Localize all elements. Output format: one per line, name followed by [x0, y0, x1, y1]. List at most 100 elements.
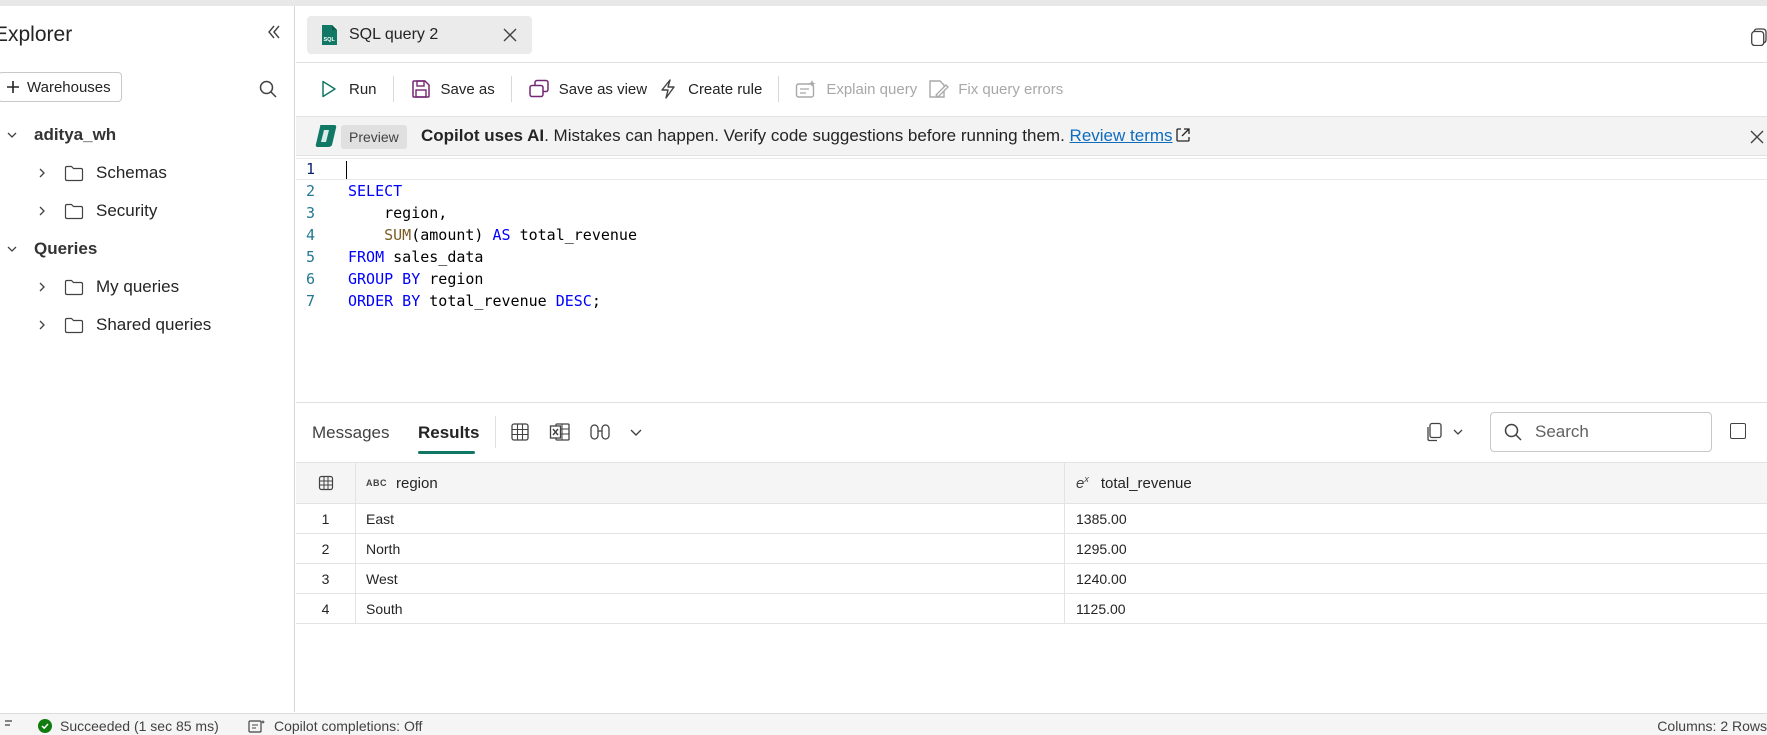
chevron-right-icon [34, 165, 50, 181]
tree-item-security[interactable]: Security [34, 196, 157, 226]
folder-icon [64, 277, 86, 297]
cell-region: North [356, 534, 1065, 563]
panel-toggle-icon [5, 720, 12, 726]
code-line: 7 ORDER BY total_revenue DESC; [296, 290, 1767, 312]
cell-region: East [356, 504, 1065, 533]
chevron-right-icon [34, 203, 50, 219]
line-number: 6 [306, 270, 316, 288]
tab-sql-query-2[interactable]: SQL SQL query 2 [307, 16, 532, 54]
query-status-text: Succeeded (1 sec 85 ms) [60, 718, 219, 734]
text-cursor [346, 161, 347, 179]
add-warehouses-button[interactable]: Warehouses [0, 72, 122, 102]
table-view-icon[interactable] [508, 420, 532, 444]
folder-icon [64, 163, 86, 183]
chevron-down-icon[interactable] [1446, 420, 1470, 444]
collapse-explorer-button[interactable] [262, 20, 286, 44]
sql-file-icon: SQL [322, 25, 337, 45]
line-number: 1 [306, 160, 316, 178]
row-number: 3 [296, 564, 356, 593]
table-row[interactable]: 4 South 1125.00 [296, 594, 1767, 624]
sql-code-editor[interactable]: 1 2 SELECT 3 region, 4 SUM(amount) AS to… [296, 158, 1767, 394]
explain-query-label: Explain query [826, 80, 918, 98]
tab-messages[interactable]: Messages [312, 423, 389, 443]
column-name: total_revenue [1100, 474, 1192, 492]
chevron-right-icon [34, 317, 50, 333]
toolbar-divider [392, 76, 394, 102]
tree-item-schemas[interactable]: Schemas [34, 158, 167, 188]
explorer-search-button[interactable] [256, 77, 280, 101]
numeric-type-icon: ex [1076, 474, 1089, 492]
table-header-row: ABC region ex total_revenue [296, 462, 1767, 504]
row-number: 1 [296, 504, 356, 533]
tree-item-label: aditya_wh [34, 125, 117, 144]
chevron-down-icon[interactable] [624, 420, 648, 444]
play-icon [318, 78, 340, 100]
code-line: 5 FROM sales_data [296, 246, 1767, 268]
copilot-notice-bar: Preview Copilot uses AI. Mistakes can ha… [296, 116, 1767, 156]
tree-item-my-queries[interactable]: My queries [34, 272, 179, 302]
copy-icon[interactable] [1422, 420, 1446, 444]
binoculars-icon[interactable] [588, 420, 612, 444]
view-copy-icon [528, 78, 550, 100]
column-header-region[interactable]: ABC region [356, 463, 1065, 503]
save-icon [410, 78, 432, 100]
code-line: 4 SUM(amount) AS total_revenue [296, 224, 1767, 246]
run-button[interactable]: Run [318, 72, 387, 106]
double-chevron-left-icon [268, 25, 280, 39]
code-line: 6 GROUP BY region [296, 268, 1767, 290]
folder-icon [64, 315, 86, 335]
chevron-down-icon [4, 241, 20, 257]
table-row[interactable]: 1 East 1385.00 [296, 504, 1767, 534]
status-left-icon[interactable] [4, 718, 20, 732]
copilot-message: . Mistakes can happen. Verify code sugge… [544, 126, 1070, 145]
results-search-input[interactable]: Search [1490, 412, 1712, 452]
save-as-view-button[interactable]: Save as view [528, 72, 657, 106]
save-as-button[interactable]: Save as [410, 72, 505, 106]
line-number: 2 [306, 182, 316, 200]
code-text: GROUP BY region [348, 270, 484, 288]
fix-query-errors-label: Fix query errors [958, 80, 1064, 98]
review-terms-link[interactable]: Review terms [1070, 126, 1173, 145]
table-row[interactable]: 3 West 1240.00 [296, 564, 1767, 594]
warehouses-label: Warehouses [27, 78, 111, 96]
results-header: Messages Results Search [296, 402, 1767, 462]
close-icon [1750, 130, 1764, 144]
success-check-icon [38, 719, 52, 733]
results-checkbox[interactable] [1730, 423, 1746, 439]
select-all-cell[interactable] [296, 463, 356, 503]
copilot-completions-status[interactable]: Copilot completions: Off [248, 718, 422, 734]
table-grid-icon [318, 475, 333, 491]
copy-layers-icon[interactable] [1751, 28, 1767, 46]
column-name: region [396, 474, 438, 492]
code-line: 1 [296, 158, 1767, 180]
status-bar: Succeeded (1 sec 85 ms) Copilot completi… [0, 713, 1767, 735]
excel-icon[interactable] [548, 420, 572, 444]
folder-icon [64, 201, 86, 221]
explorer-title: Explorer [0, 23, 73, 46]
preview-badge: Preview [341, 125, 407, 149]
tree-item-shared-queries[interactable]: Shared queries [34, 310, 211, 340]
copilot-notice-text: Copilot uses AI. Mistakes can happen. Ve… [421, 126, 1191, 146]
cell-region: South [356, 594, 1065, 623]
active-tab-indicator [418, 451, 475, 454]
table-row[interactable]: 2 North 1295.00 [296, 534, 1767, 564]
fix-query-errors-button[interactable]: Fix query errors [927, 72, 1073, 106]
tree-item-label: Queries [34, 239, 98, 258]
code-text: FROM sales_data [348, 248, 484, 266]
column-header-total-revenue[interactable]: ex total_revenue [1065, 463, 1767, 503]
dismiss-copilot-notice-button[interactable] [1747, 127, 1767, 147]
tree-item-label: Schemas [96, 163, 167, 182]
tab-results[interactable]: Results [418, 423, 479, 443]
toolbar-divider [778, 76, 780, 102]
tree-item-queries[interactable]: Queries [4, 234, 97, 264]
line-number: 3 [306, 204, 316, 222]
query-toolbar: Run Save as Save as view Create rule Exp… [296, 64, 1767, 114]
tab-label: SQL query 2 [349, 26, 439, 43]
tree-item-aditya-wh[interactable]: aditya_wh [4, 120, 116, 150]
create-rule-button[interactable]: Create rule [657, 72, 772, 106]
copilot-completions-text: Copilot completions: Off [274, 718, 423, 734]
code-line: 3 region, [296, 202, 1767, 224]
copilot-logo-icon [315, 125, 337, 147]
explain-query-button[interactable]: Explain query [795, 72, 927, 106]
close-tab-button[interactable] [500, 25, 520, 45]
